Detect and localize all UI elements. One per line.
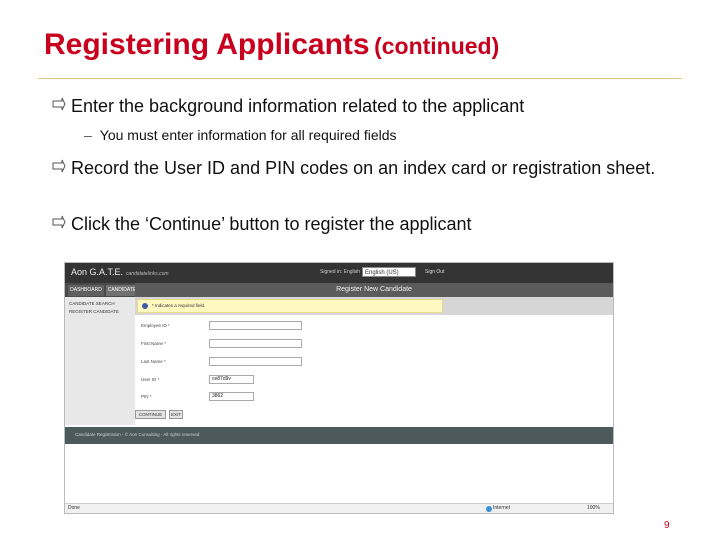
required-notice: * Indicates a required field. bbox=[137, 299, 443, 313]
employee-id-label: Employee ID * bbox=[141, 323, 170, 328]
app-footer: Candidate Registration - © Aon Consultin… bbox=[65, 427, 613, 444]
info-icon bbox=[142, 303, 148, 309]
app-brand: Aon G.A.T.E. candidatelinks.com bbox=[71, 267, 169, 277]
browser-status-bar: Done Internet 100% bbox=[65, 503, 613, 513]
bullet-text: Click the ‘Continue’ button to register … bbox=[71, 214, 472, 234]
pin-label: PIN * bbox=[141, 394, 152, 399]
bullet-text: Record the User ID and PIN codes on an i… bbox=[71, 158, 656, 178]
panel-title: Register New Candidate bbox=[135, 283, 613, 297]
embedded-screenshot: Aon G.A.T.E. candidatelinks.com Signed in… bbox=[64, 262, 614, 514]
status-zone: Internet bbox=[493, 505, 510, 511]
user-id-input[interactable]: ce87d9v bbox=[209, 375, 254, 384]
last-name-label: Last Name * bbox=[141, 359, 166, 364]
app-sidebar: CANDIDATE SEARCH REGISTER CANDIDATE bbox=[65, 297, 135, 425]
user-id-label: User ID * bbox=[141, 377, 160, 382]
sign-out-link[interactable]: Sign Out bbox=[425, 269, 444, 275]
tab-dashboard[interactable]: DASHBOARD bbox=[68, 285, 104, 296]
status-zoom[interactable]: 100% bbox=[587, 505, 600, 511]
signed-in-label: Signed in: English bbox=[320, 269, 361, 275]
first-name-input[interactable] bbox=[209, 339, 302, 348]
slide-title-main: Registering Applicants bbox=[44, 28, 370, 61]
language-select[interactable]: English (US) bbox=[362, 267, 416, 277]
bullet-text: Enter the background information related… bbox=[71, 96, 525, 116]
notice-text: * Indicates a required field. bbox=[152, 303, 206, 308]
page-number: 9 bbox=[664, 520, 670, 531]
app-header: Aon G.A.T.E. candidatelinks.com Signed in… bbox=[65, 263, 613, 283]
sidebar-item-register-candidate[interactable]: REGISTER CANDIDATE bbox=[69, 309, 119, 314]
bullet-item-1: Enter the background information related… bbox=[52, 95, 682, 117]
continue-button[interactable]: CONTINUE bbox=[135, 410, 166, 419]
tab-candidate[interactable]: CANDIDATE bbox=[106, 285, 138, 296]
sub-bullet: – You must enter information for all requ… bbox=[84, 127, 397, 143]
brand-tagline: candidatelinks.com bbox=[126, 271, 169, 277]
sub-bullet-text: You must enter information for all requi… bbox=[99, 127, 397, 143]
first-name-label: First Name * bbox=[141, 341, 167, 346]
pencil-arrow-icon bbox=[52, 97, 66, 111]
title-divider bbox=[38, 78, 682, 79]
employee-id-input[interactable] bbox=[209, 321, 302, 330]
last-name-input[interactable] bbox=[209, 357, 302, 366]
slide-title: Registering Applicants (continued) bbox=[44, 28, 499, 62]
slide-title-paren: (continued) bbox=[374, 33, 500, 59]
exit-button[interactable]: EXIT bbox=[169, 410, 183, 419]
footer-text: Candidate Registration - © Aon Consultin… bbox=[75, 432, 200, 437]
sub-bullet-dash: – bbox=[84, 127, 92, 143]
brand-name: Aon G.A.T.E. bbox=[71, 267, 124, 277]
pencil-arrow-icon bbox=[52, 215, 66, 229]
status-done: Done bbox=[68, 505, 80, 511]
bullet-item-2: Record the User ID and PIN codes on an i… bbox=[52, 157, 682, 179]
pencil-arrow-icon bbox=[52, 159, 66, 173]
globe-icon bbox=[486, 506, 492, 512]
sidebar-item-candidate-search[interactable]: CANDIDATE SEARCH bbox=[69, 301, 115, 306]
pin-input[interactable]: 3862 bbox=[209, 392, 254, 401]
bullet-item-3: Click the ‘Continue’ button to register … bbox=[52, 213, 682, 235]
